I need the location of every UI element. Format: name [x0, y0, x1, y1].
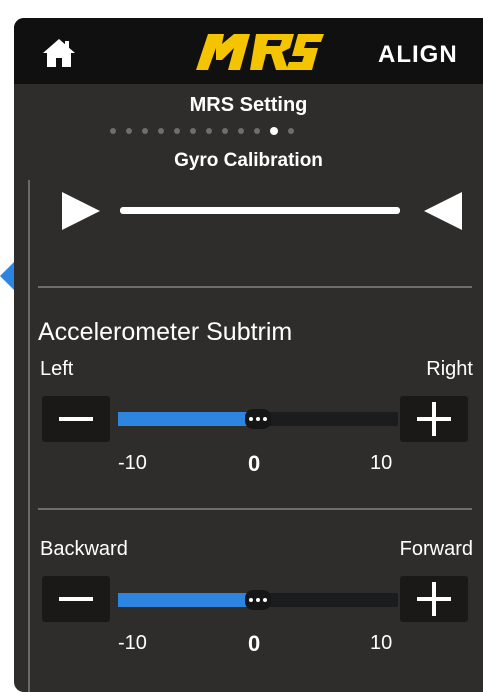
- gyro-calibration-title: Gyro Calibration: [174, 150, 323, 171]
- page-dot[interactable]: [222, 128, 228, 134]
- play-left-icon[interactable]: [424, 192, 462, 230]
- partial-arrow-icon: [0, 262, 14, 290]
- page-dot[interactable]: [238, 128, 244, 134]
- left-label: Left: [40, 358, 74, 380]
- page-dot[interactable]: [126, 128, 132, 134]
- current-value: 0: [248, 631, 261, 656]
- divider: [38, 508, 472, 510]
- divider: [38, 286, 472, 288]
- scale-min: -10: [118, 452, 147, 474]
- play-right-icon[interactable]: [62, 192, 100, 230]
- minus-icon: [59, 597, 93, 601]
- page-title: MRS Setting: [189, 94, 308, 116]
- right-label: Right: [426, 358, 473, 380]
- scale-max: 10: [370, 632, 393, 654]
- right-plus-button[interactable]: [400, 396, 468, 442]
- page-dot[interactable]: [206, 128, 212, 134]
- top-bar: ALIGN: [14, 18, 483, 84]
- page-dot[interactable]: [110, 128, 116, 134]
- forward-plus-button[interactable]: [400, 576, 468, 622]
- slider-fill: [118, 593, 258, 607]
- left-right-slider[interactable]: [118, 409, 398, 429]
- page-dot[interactable]: [142, 128, 148, 134]
- page-dot[interactable]: [190, 128, 196, 134]
- gyro-calibration-control: [62, 192, 462, 232]
- accelerometer-subtrim-title: Accelerometer Subtrim: [38, 318, 293, 346]
- backward-forward-slider[interactable]: [118, 590, 398, 610]
- page-dot[interactable]: [174, 128, 180, 134]
- slider-fill: [118, 412, 258, 426]
- slider-thumb[interactable]: [245, 590, 271, 610]
- scale-min: -10: [118, 632, 147, 654]
- page-dot[interactable]: [158, 128, 164, 134]
- page-dot[interactable]: [288, 128, 294, 134]
- page-dot-active[interactable]: [270, 127, 278, 135]
- mrs-logo: [196, 34, 324, 70]
- current-value: 0: [248, 451, 261, 476]
- left-minus-button[interactable]: [42, 396, 110, 442]
- backward-minus-button[interactable]: [42, 576, 110, 622]
- mrs-app-screen: ALIGN MRS Setting Gyro Calibration Accel…: [14, 18, 483, 692]
- minus-icon: [59, 417, 93, 421]
- page-indicator: [110, 126, 294, 136]
- forward-label: Forward: [399, 538, 473, 560]
- backward-label: Backward: [40, 538, 128, 560]
- slider-thumb[interactable]: [245, 409, 271, 429]
- page-dot[interactable]: [254, 128, 260, 134]
- home-icon[interactable]: [42, 38, 76, 68]
- gyro-calibration-bar: [120, 207, 400, 214]
- scale-max: 10: [370, 452, 393, 474]
- align-brand: ALIGN: [378, 41, 458, 68]
